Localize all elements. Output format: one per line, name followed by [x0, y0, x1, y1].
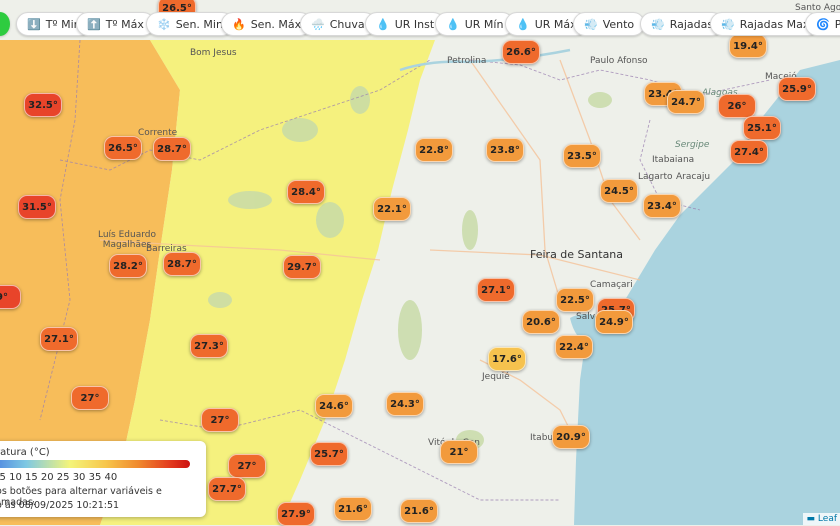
temperature-marker[interactable]: 23.8°: [486, 138, 524, 162]
temperature-marker[interactable]: 20.9°: [552, 425, 590, 449]
temperature-marker[interactable]: 24.3°: [386, 392, 424, 416]
temperature-marker[interactable]: 29.7°: [283, 255, 321, 279]
toolbar-button-label: Rajadas: [669, 17, 714, 31]
temperature-marker[interactable]: 27.9°: [277, 502, 315, 526]
temperature-marker[interactable]: 21°: [440, 440, 478, 464]
temperature-marker[interactable]: 24.5°: [600, 179, 638, 203]
temperature-marker[interactable]: 22.5°: [556, 288, 594, 312]
variable-toolbar: ⬇️ Tº Min ⬆️ Tº Máx ❄️ Sen. Min 🔥 Sen. Máx 🌧️ Chu…: [0, 8, 840, 42]
temperature-marker[interactable]: 24.6°: [315, 394, 353, 418]
attribution-flag-icon: ▬: [806, 514, 818, 524]
toolbar-icon: 🌧️: [311, 17, 325, 31]
city-label: Salv: [576, 312, 596, 322]
toolbar-icon: ⬆️: [87, 17, 101, 31]
toolbar-button-rajadas-max[interactable]: 💨 Rajadas Max: [710, 12, 821, 36]
toolbar-icon: 💨: [651, 17, 665, 31]
city-label: Feira de Santana: [530, 248, 624, 261]
temperature-marker[interactable]: 26°: [718, 94, 756, 118]
toolbar-button-label: UR Inst: [394, 17, 435, 31]
toolbar-button-label: UR Máx: [534, 17, 577, 31]
toolbar-button-label: Sen. Min: [175, 17, 223, 31]
legend-updated: do às 08/09/2025 10:21:51: [0, 500, 120, 511]
active-layer-dot[interactable]: [0, 12, 10, 36]
toolbar-icon: 💧: [446, 17, 460, 31]
toolbar-icon: ⬇️: [27, 17, 41, 31]
toolbar-button-label: Chuva: [329, 17, 365, 31]
temperature-marker[interactable]: 21.6°: [400, 499, 438, 523]
toolbar-icon: 🌀: [816, 17, 830, 31]
legend-panel: ratura (°C) 0 5 10 15 20 25 30 35 40 nos…: [0, 441, 206, 517]
temperature-marker[interactable]: 24.7°: [667, 90, 705, 114]
temperature-marker[interactable]: 25.7°: [310, 442, 348, 466]
temperature-marker[interactable]: 27.1°: [477, 278, 515, 302]
toolbar-button-label: Rajadas Max: [739, 17, 810, 31]
temperature-marker[interactable]: 23.4°: [643, 194, 681, 218]
city-label: Itabaiana: [652, 155, 695, 165]
toolbar-button-ur-inst[interactable]: 💧 UR Inst: [365, 12, 446, 36]
temperature-marker[interactable]: 28.2°: [109, 254, 147, 278]
toolbar-button-label: Tº Máx: [105, 17, 144, 31]
temperature-marker[interactable]: 25.9°: [778, 77, 816, 101]
toolbar-button-label: Sen. Máx: [250, 17, 302, 31]
city-label: Sergipe: [675, 140, 710, 150]
temperature-marker[interactable]: 27°: [228, 454, 266, 478]
city-label: Jequié: [482, 372, 510, 382]
toolbar-icon: 💨: [721, 17, 735, 31]
temperature-marker[interactable]: 20.6°: [522, 310, 560, 334]
temperature-marker[interactable]: 27.7°: [208, 477, 246, 501]
temperature-marker[interactable]: 28.4°: [287, 180, 325, 204]
legend-color-scale: [0, 460, 190, 468]
toolbar-icon: 💧: [376, 17, 390, 31]
temperature-marker[interactable]: 26.5°: [104, 136, 142, 160]
legend-ticks: 0 5 10 15 20 25 30 35 40: [0, 472, 118, 483]
temperature-marker[interactable]: 31.5°: [18, 195, 56, 219]
toolbar-button-label: Pre: [834, 17, 840, 31]
toolbar-button-t-máx[interactable]: ⬆️ Tº Máx: [76, 12, 155, 36]
toolbar-button-sen-máx[interactable]: 🔥 Sen. Máx: [221, 12, 313, 36]
city-label: Camaçari: [590, 280, 633, 290]
legend-title: ratura (°C): [0, 447, 50, 458]
temperature-marker[interactable]: 27°: [71, 386, 109, 410]
temperature-marker[interactable]: 27.1°: [40, 327, 78, 351]
temperature-marker[interactable]: 27.3°: [190, 334, 228, 358]
toolbar-icon: ❄️: [157, 17, 171, 31]
temperature-marker[interactable]: 32.5°: [24, 93, 62, 117]
temperature-marker[interactable]: 27°: [201, 408, 239, 432]
toolbar-button-label: UR Mín: [464, 17, 504, 31]
temperature-marker[interactable]: 22.1°: [373, 197, 411, 221]
toolbar-button-pre[interactable]: 🌀 Pre: [805, 12, 840, 36]
temperature-marker[interactable]: 26.6°: [502, 40, 540, 64]
toolbar-button-label: Vento: [602, 17, 635, 31]
city-label: Aracaju: [676, 172, 711, 182]
temperature-marker[interactable]: 27.4°: [730, 140, 768, 164]
temperature-marker[interactable]: 28.7°: [153, 137, 191, 161]
city-label: Itabu: [530, 433, 554, 443]
temperature-marker[interactable]: 17.6°: [488, 347, 526, 371]
toolbar-icon: 🔥: [232, 17, 246, 31]
temperature-marker[interactable]: 28.7°: [163, 252, 201, 276]
city-label: Lagarto: [638, 172, 673, 182]
temperature-marker[interactable]: 23.5°: [563, 144, 601, 168]
city-label: Paulo Afonso: [590, 56, 648, 66]
temperature-marker[interactable]: 21.6°: [334, 497, 372, 521]
toolbar-icon: 💨: [584, 17, 598, 31]
city-label: Petrolina: [447, 56, 487, 66]
attribution-link[interactable]: ▬ Leaf: [802, 513, 840, 525]
temperature-marker[interactable]: 22.4°: [555, 335, 593, 359]
temperature-marker[interactable]: 9°: [0, 285, 21, 309]
city-label: Bom Jesus: [190, 48, 237, 58]
toolbar-button-ur-mín[interactable]: 💧 UR Mín: [435, 12, 515, 36]
toolbar-button-vento[interactable]: 💨 Vento: [573, 12, 646, 36]
temperature-marker[interactable]: 24.9°: [595, 310, 633, 334]
temperature-marker[interactable]: 25.1°: [743, 116, 781, 140]
toolbar-icon: 💧: [516, 17, 530, 31]
temperature-marker[interactable]: 22.8°: [415, 138, 453, 162]
